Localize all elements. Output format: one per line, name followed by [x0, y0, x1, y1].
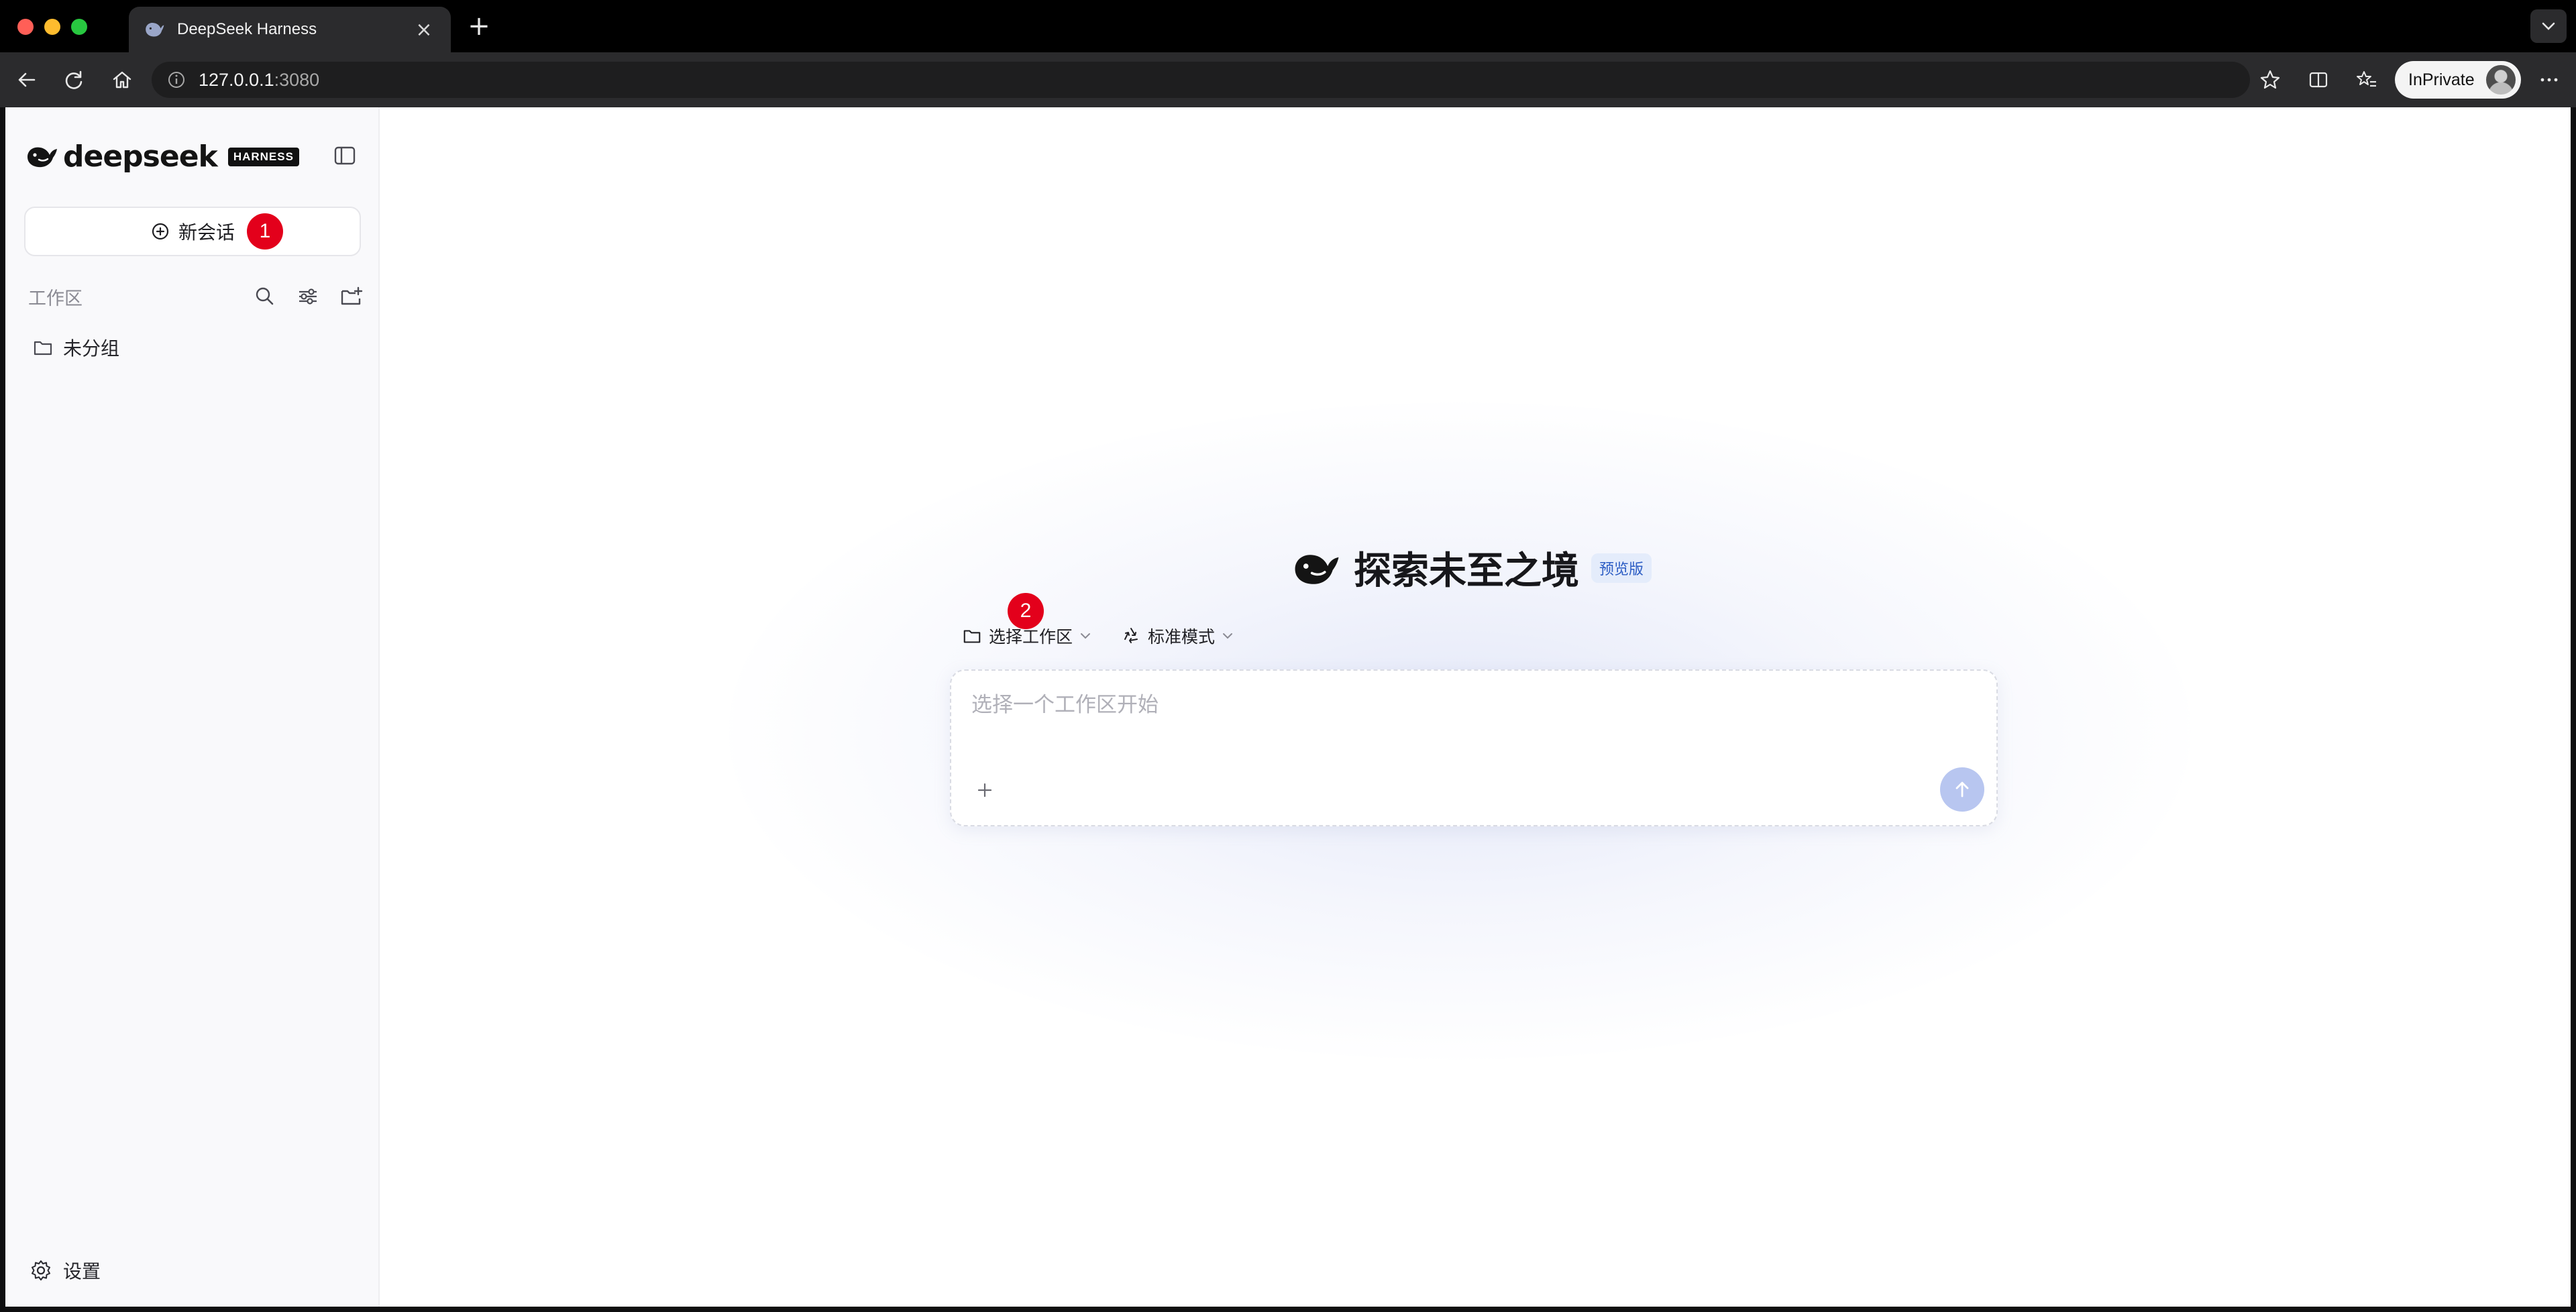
settings-button[interactable]: 设置 [30, 1256, 101, 1285]
back-button[interactable] [11, 64, 43, 96]
step-marker-2: 2 [1008, 593, 1044, 629]
tab-close-icon[interactable]: × [412, 18, 436, 42]
tab-list-button[interactable] [2530, 9, 2567, 43]
new-chat-button[interactable]: 新会话 [24, 207, 361, 256]
plus-circle-icon [152, 223, 169, 240]
folder-icon [963, 630, 981, 643]
favorite-star-button[interactable] [2254, 64, 2286, 96]
message-composer [950, 669, 1998, 826]
main-panel: 探索未至之境 预览版 选择工作区 标准模式 2 选择一个工作区开始 [380, 107, 2571, 1307]
preview-badge: 预览版 [1591, 553, 1652, 583]
page-viewport: deepseek HARNESS 新会话 1 工作区 未分组 设置 探索未至之境… [5, 107, 2571, 1307]
browser-toolbar: 127.0.0.1:3080 InPrivate [0, 52, 2576, 107]
deepseek-whale-icon [146, 23, 164, 37]
browser-tab[interactable]: DeepSeek Harness × [129, 7, 451, 52]
tab-title: DeepSeek Harness [177, 20, 317, 38]
address-bar[interactable]: 127.0.0.1:3080 [152, 62, 2250, 98]
close-window-button[interactable] [17, 19, 34, 35]
avatar [2486, 65, 2516, 95]
hero-heading: 探索未至之境 预览版 [1292, 541, 1652, 595]
inprivate-label: InPrivate [2408, 70, 2475, 89]
group-label: 未分组 [63, 337, 120, 360]
more-menu-button[interactable] [2533, 64, 2565, 96]
split-screen-button[interactable] [2302, 64, 2334, 96]
chevron-down-icon [1223, 633, 1233, 639]
address-host: 127.0.0.1 [199, 69, 274, 90]
star-icon [2260, 70, 2280, 89]
browser-titlebar: DeepSeek Harness × + [0, 0, 2576, 52]
recycle-icon [1124, 628, 1138, 643]
new-chat-label: 新会话 [178, 221, 235, 243]
new-tab-button[interactable]: + [463, 11, 495, 43]
info-icon[interactable] [166, 70, 186, 90]
send-button[interactable] [1940, 767, 1984, 812]
message-input[interactable] [971, 688, 1911, 722]
workspace-heading: 工作区 [28, 288, 83, 309]
mode-picker[interactable]: 标准模式 [1121, 624, 1235, 648]
chevron-down-icon [1081, 633, 1091, 639]
sidebar: deepseek HARNESS 新会话 1 工作区 未分组 设置 [5, 107, 380, 1307]
workspace-header: 工作区 [28, 283, 364, 310]
reload-button[interactable] [58, 64, 90, 96]
deepseek-whale-icon [1295, 554, 1339, 584]
more-dots-icon [2540, 78, 2558, 82]
arrow-up-icon [1955, 781, 1969, 798]
folder-plus-icon[interactable] [338, 284, 364, 309]
settings-label: 设置 [63, 1260, 101, 1282]
favorites-button[interactable] [2351, 64, 2383, 96]
composer-options: 选择工作区 标准模式 [962, 624, 1263, 648]
logo-tag: HARNESS [227, 147, 299, 166]
sliders-icon[interactable] [295, 284, 321, 309]
address-port: :3080 [274, 69, 320, 90]
attach-button[interactable] [970, 775, 1000, 805]
chevron-down-icon [2542, 22, 2555, 30]
plus-icon [977, 783, 992, 798]
search-icon[interactable] [252, 284, 278, 309]
split-screen-icon [2309, 72, 2328, 88]
favorites-list-icon [2357, 71, 2376, 87]
group-item-ungrouped[interactable]: 未分组 [32, 333, 119, 362]
app-logo: deepseek HARNESS [25, 140, 299, 174]
sidebar-panel-icon[interactable] [331, 142, 358, 169]
inprivate-profile-button[interactable]: InPrivate [2395, 61, 2521, 99]
arrow-left-icon [18, 72, 36, 87]
maximize-window-button[interactable] [71, 19, 87, 35]
home-icon [113, 71, 131, 89]
reload-icon [65, 70, 83, 89]
minimize-window-button[interactable] [44, 19, 60, 35]
hero-title: 探索未至之境 [1354, 549, 1579, 593]
step-marker-1: 1 [247, 213, 283, 250]
folder-icon [34, 341, 52, 356]
deepseek-whale-icon [28, 147, 57, 167]
home-button[interactable] [106, 64, 138, 96]
mode-picker-label: 标准模式 [1148, 627, 1216, 647]
gear-icon [32, 1260, 50, 1280]
logo-wordmark: deepseek [63, 140, 218, 174]
